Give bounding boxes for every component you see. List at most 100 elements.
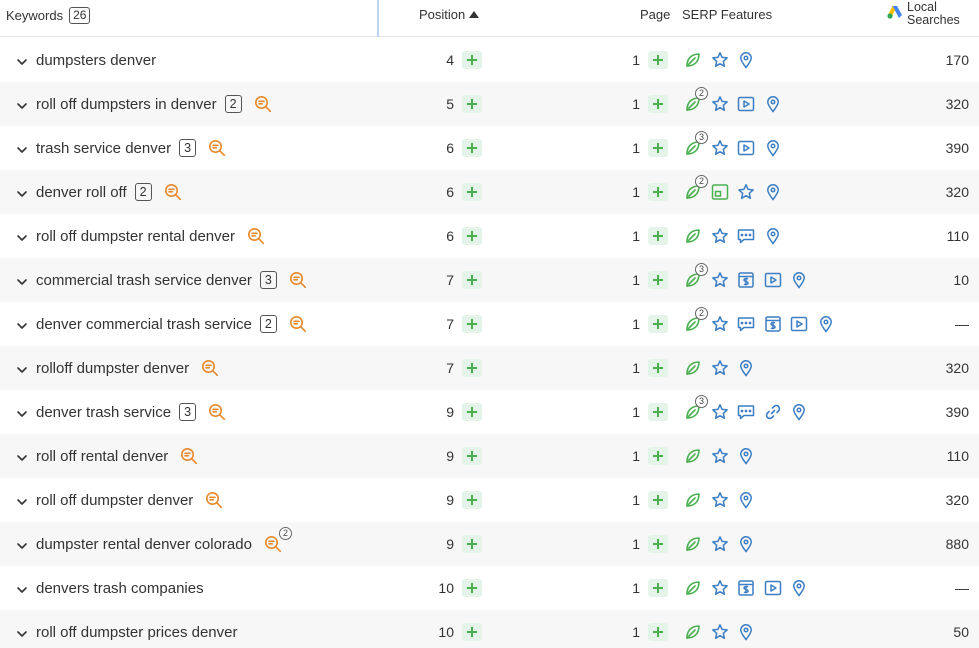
table-row[interactable]: roll off rental denver 9 1 110 (0, 434, 979, 478)
expand-row-chevron-icon[interactable] (16, 626, 28, 637)
reviews-icon[interactable] (737, 315, 755, 333)
video-icon[interactable] (737, 139, 755, 157)
leaf-icon[interactable] (684, 359, 702, 377)
leaf-icon[interactable] (684, 227, 702, 245)
page-add-button[interactable] (648, 403, 668, 421)
star-icon[interactable] (711, 95, 729, 113)
position-add-button[interactable] (462, 315, 482, 333)
table-row[interactable]: roll off dumpster denver 9 1 320 (0, 478, 979, 522)
position-add-button[interactable] (462, 447, 482, 465)
image-icon[interactable] (711, 183, 729, 201)
expand-row-chevron-icon[interactable] (16, 142, 28, 153)
leaf-icon[interactable] (684, 579, 702, 597)
star-icon[interactable] (711, 623, 729, 641)
position-add-button[interactable] (462, 183, 482, 201)
star-icon[interactable] (737, 183, 755, 201)
link-icon[interactable] (764, 403, 782, 421)
leaf-icon[interactable]: 2 (684, 87, 708, 113)
expand-row-chevron-icon[interactable] (16, 582, 28, 593)
page-add-button[interactable] (648, 227, 668, 245)
position-add-button[interactable] (462, 359, 482, 377)
expand-row-chevron-icon[interactable] (16, 362, 28, 373)
star-icon[interactable] (711, 359, 729, 377)
expand-row-chevron-icon[interactable] (16, 186, 28, 197)
table-row[interactable]: denver roll off 2 6 1 2 320 (0, 170, 979, 214)
page-add-button[interactable] (648, 535, 668, 553)
leaf-icon[interactable]: 2 (684, 175, 708, 201)
search-intent-icon[interactable] (201, 359, 219, 377)
star-icon[interactable] (711, 403, 729, 421)
position-column-header[interactable]: Position (419, 7, 480, 22)
keyword-text[interactable]: denver commercial trash service (36, 316, 252, 333)
position-add-button[interactable] (462, 227, 482, 245)
search-intent-icon[interactable] (164, 183, 182, 201)
keyword-text[interactable]: trash service denver (36, 140, 171, 157)
position-add-button[interactable] (462, 95, 482, 113)
position-add-button[interactable] (462, 403, 482, 421)
star-icon[interactable] (711, 447, 729, 465)
pin-icon[interactable] (737, 51, 755, 69)
star-icon[interactable] (711, 271, 729, 289)
search-intent-icon[interactable] (205, 491, 223, 509)
keyword-variants-badge[interactable]: 2 (224, 95, 242, 113)
keyword-text[interactable]: roll off dumpster prices denver (36, 624, 237, 641)
leaf-icon[interactable] (684, 51, 702, 69)
shopping-icon[interactable] (737, 579, 755, 597)
star-icon[interactable] (711, 579, 729, 597)
page-add-button[interactable] (648, 623, 668, 641)
expand-row-chevron-icon[interactable] (16, 450, 28, 461)
position-add-button[interactable] (462, 51, 482, 69)
serp-features-column-header[interactable]: SERP Features (682, 7, 772, 22)
leaf-icon[interactable]: 3 (684, 131, 708, 157)
leaf-icon[interactable]: 3 (684, 395, 708, 421)
table-row[interactable]: roll off dumpster prices denver 10 1 50 (0, 610, 979, 648)
video-icon[interactable] (737, 95, 755, 113)
pin-icon[interactable] (764, 95, 782, 113)
page-add-button[interactable] (648, 359, 668, 377)
page-add-button[interactable] (648, 579, 668, 597)
keyword-variants-badge[interactable]: 2 (259, 315, 277, 333)
page-add-button[interactable] (648, 139, 668, 157)
expand-row-chevron-icon[interactable] (16, 274, 28, 285)
position-add-button[interactable] (462, 139, 482, 157)
search-intent-icon[interactable] (247, 227, 265, 245)
expand-row-chevron-icon[interactable] (16, 494, 28, 505)
page-add-button[interactable] (648, 271, 668, 289)
star-icon[interactable] (711, 315, 729, 333)
column-resize-divider[interactable] (377, 0, 379, 37)
table-row[interactable]: commercial trash service denver 3 7 1 3 10 (0, 258, 979, 302)
reviews-icon[interactable] (737, 403, 755, 421)
table-row[interactable]: roll off dumpsters in denver 2 5 1 2 320 (0, 82, 979, 126)
search-intent-icon[interactable]: 2 (264, 527, 292, 553)
page-add-button[interactable] (648, 183, 668, 201)
reviews-icon[interactable] (737, 227, 755, 245)
leaf-icon[interactable]: 2 (684, 307, 708, 333)
pin-icon[interactable] (790, 403, 808, 421)
keyword-text[interactable]: dumpsters denver (36, 52, 156, 69)
position-add-button[interactable] (462, 579, 482, 597)
pin-icon[interactable] (790, 271, 808, 289)
leaf-icon[interactable]: 3 (684, 263, 708, 289)
page-column-header[interactable]: Page (640, 7, 670, 22)
page-add-button[interactable] (648, 95, 668, 113)
star-icon[interactable] (711, 535, 729, 553)
pin-icon[interactable] (737, 447, 755, 465)
position-add-button[interactable] (462, 271, 482, 289)
star-icon[interactable] (711, 227, 729, 245)
position-add-button[interactable] (462, 535, 482, 553)
keyword-text[interactable]: dumpster rental denver colorado (36, 536, 252, 553)
pin-icon[interactable] (790, 579, 808, 597)
expand-row-chevron-icon[interactable] (16, 98, 28, 109)
position-add-button[interactable] (462, 623, 482, 641)
pin-icon[interactable] (737, 535, 755, 553)
search-intent-icon[interactable] (254, 95, 272, 113)
position-add-button[interactable] (462, 491, 482, 509)
search-intent-icon[interactable] (289, 271, 307, 289)
star-icon[interactable] (711, 51, 729, 69)
page-add-button[interactable] (648, 447, 668, 465)
pin-icon[interactable] (764, 183, 782, 201)
table-row[interactable]: roll off dumpster rental denver 6 1 110 (0, 214, 979, 258)
expand-row-chevron-icon[interactable] (16, 54, 28, 65)
shopping-icon[interactable] (764, 315, 782, 333)
pin-icon[interactable] (737, 359, 755, 377)
